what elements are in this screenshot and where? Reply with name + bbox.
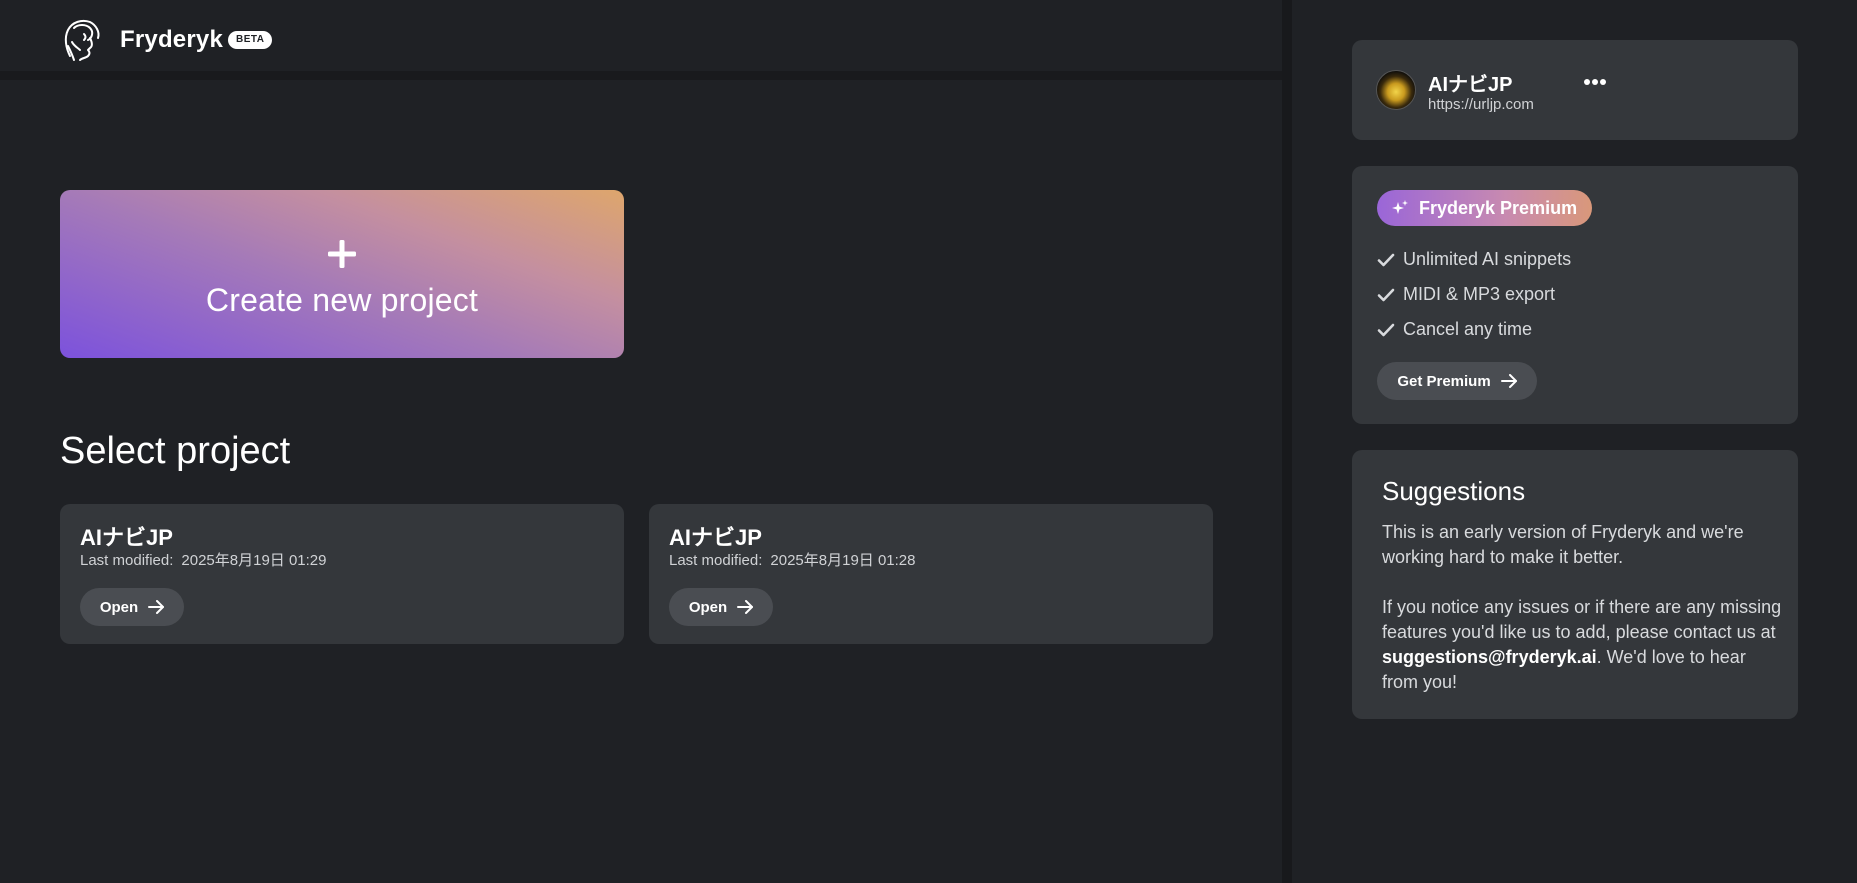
suggestions-text: This is an early version of Fryderyk and…: [1382, 520, 1782, 720]
chopin-portrait-logo-icon[interactable]: [60, 16, 104, 64]
suggestions-paragraph: This is an early version of Fryderyk and…: [1382, 522, 1744, 567]
suggestions-card: Suggestions This is an early version of …: [1352, 450, 1798, 719]
open-project-button[interactable]: Open: [80, 588, 184, 626]
brand-name: Fryderyk: [120, 26, 223, 53]
avatar[interactable]: [1376, 70, 1416, 110]
suggestions-paragraph: If you notice any issues or if there are…: [1382, 595, 1782, 695]
feature-item: Unlimited AI snippets: [1377, 249, 1571, 270]
feature-item: MIDI & MP3 export: [1377, 284, 1555, 305]
suggestions-text-start: If you notice any issues or if there are…: [1382, 597, 1782, 642]
get-premium-button[interactable]: Get Premium: [1377, 362, 1537, 400]
open-label: Open: [99, 598, 139, 616]
suggestions-email-link[interactable]: suggestions@fryderyk.ai: [1382, 647, 1597, 667]
feature-item: Cancel any time: [1377, 319, 1532, 340]
select-project-heading: Select project: [60, 430, 291, 472]
project-card: AIナビJP Last modified: 2025年8月19日 01:28 Op…: [649, 504, 1213, 644]
project-card: AIナビJP Last modified: 2025年8月19日 01:29 Op…: [60, 504, 624, 644]
project-last-modified: Last modified: 2025年8月19日 01:28: [669, 549, 916, 570]
account-card: AIナビJP https://urljp.com: [1352, 40, 1798, 140]
last-modified-value: 2025年8月19日 01:28: [770, 552, 916, 569]
top-bar: Fryderyk BETA: [0, 0, 1282, 80]
feature-label: Unlimited AI snippets: [1403, 249, 1572, 269]
account-name: AIナビJP: [1428, 74, 1513, 96]
premium-card: Fryderyk Premium Unlimited AI snippets M…: [1352, 166, 1798, 424]
create-new-project-label: Create new project: [205, 281, 479, 318]
premium-badge-label: Fryderyk Premium: [1419, 197, 1578, 218]
beta-badge: BETA: [228, 31, 273, 49]
get-premium-label: Get Premium: [1397, 372, 1491, 390]
check-icon: [1377, 253, 1395, 266]
open-label: Open: [688, 598, 728, 616]
feature-label: MIDI & MP3 export: [1403, 284, 1556, 304]
plus-icon: [328, 239, 356, 268]
project-title: AIナビJP: [80, 525, 173, 550]
account-url: https://urljp.com: [1428, 96, 1534, 113]
panel-divider: [1282, 0, 1292, 883]
arrow-right-icon: [1500, 374, 1517, 388]
last-modified-label: Last modified:: [669, 552, 763, 569]
check-icon: [1377, 288, 1395, 301]
check-icon: [1377, 323, 1395, 336]
arrow-right-icon: [148, 600, 165, 614]
open-project-button[interactable]: Open: [669, 588, 773, 626]
premium-badge: Fryderyk Premium: [1377, 190, 1592, 226]
last-modified-value: 2025年8月19日 01:29: [181, 552, 327, 569]
create-new-project-button[interactable]: Create new project: [60, 190, 624, 358]
last-modified-label: Last modified:: [80, 552, 174, 569]
feature-label: Cancel any time: [1403, 319, 1533, 339]
side-panel: AIナビJP https://urljp.com Fryderyk Premiu…: [1292, 0, 1857, 883]
arrow-right-icon: [737, 600, 754, 614]
main-area: Fryderyk BETA Create new project Select …: [0, 0, 1282, 883]
sparkle-icon: [1392, 200, 1408, 214]
more-options-icon[interactable]: [1584, 78, 1606, 86]
suggestions-heading: Suggestions: [1382, 476, 1526, 506]
project-last-modified: Last modified: 2025年8月19日 01:29: [80, 549, 327, 570]
project-title: AIナビJP: [669, 525, 762, 550]
